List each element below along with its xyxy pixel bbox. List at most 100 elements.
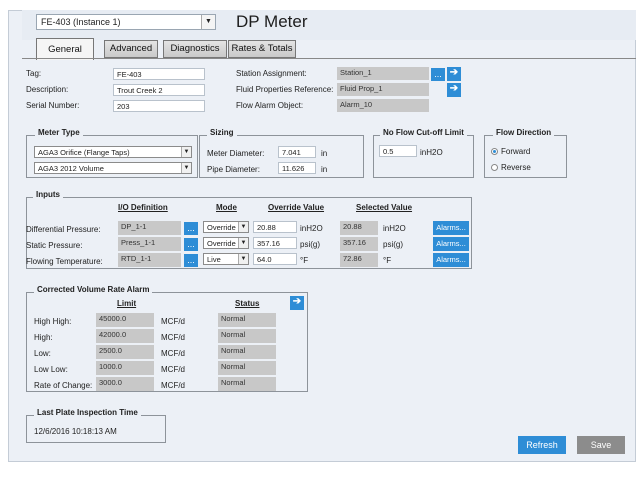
volume-rate-alarm-title: Corrected Volume Rate Alarm	[34, 285, 153, 294]
meter-type-title: Meter Type	[35, 128, 83, 137]
chevron-down-icon[interactable]: ▼	[238, 254, 248, 264]
flow-reverse-label: Reverse	[501, 163, 531, 172]
flowing-temperature-selected: 72.86	[340, 253, 378, 267]
tab-rates-totals[interactable]: Rates & Totals	[228, 40, 296, 58]
alarm-high-label: High:	[34, 333, 53, 342]
differential-pressure-browse-button[interactable]: ...	[184, 222, 198, 235]
flowing-temperature-alarms-button[interactable]: Alarms...	[433, 253, 469, 267]
flow-reverse-radio[interactable]	[491, 164, 498, 171]
arrow-right-icon: ➔	[292, 296, 302, 307]
tab-advanced[interactable]: Advanced	[104, 40, 158, 58]
meter-diameter-label: Meter Diameter:	[207, 149, 265, 158]
alarm-low-unit: MCF/d	[161, 349, 185, 358]
alarm-low-low-status: Normal	[218, 361, 276, 375]
chevron-down-icon[interactable]: ▼	[181, 147, 191, 157]
instance-select-value: FE-403 (Instance 1)	[41, 17, 121, 27]
static-pressure-override-input[interactable]: 357.16	[253, 237, 297, 249]
chevron-down-icon[interactable]: ▼	[181, 163, 191, 173]
tab-divider	[22, 58, 636, 59]
differential-pressure-selected: 20.88	[340, 221, 378, 235]
differential-pressure-mode-select[interactable]: Override ▼	[203, 221, 249, 233]
meter-type-value: AGA3 Orifice (Flange Taps)	[38, 148, 130, 157]
tab-diagnostics[interactable]: Diagnostics	[163, 40, 227, 58]
fluid-properties-label: Fluid Properties Reference:	[236, 85, 334, 94]
alarm-low-low-label: Low Low:	[34, 365, 68, 374]
alarm-rate-of-change-limit: 3000.0	[96, 377, 154, 391]
description-input[interactable]: Trout Creek 2	[113, 84, 205, 96]
meter-standard-select[interactable]: AGA3 2012 Volume ▼	[34, 162, 192, 174]
differential-pressure-alarms-button[interactable]: Alarms...	[433, 221, 469, 235]
alarm-low-low-unit: MCF/d	[161, 365, 185, 374]
arrow-right-icon: ➔	[449, 67, 459, 78]
io-definition-header: I/O Definition	[118, 203, 168, 212]
plate-inspection-value: 12/6/2016 10:18:13 AM	[34, 427, 117, 436]
alarm-low-label: Low:	[34, 349, 51, 358]
meter-standard-value: AGA3 2012 Volume	[38, 164, 104, 173]
alarm-low-status: Normal	[218, 345, 276, 359]
alarm-low-limit: 2500.0	[96, 345, 154, 359]
alarm-high-limit: 42000.0	[96, 329, 154, 343]
meter-diameter-unit: in	[321, 149, 328, 158]
differential-pressure-selected-unit: inH2O	[383, 224, 406, 233]
station-assignment-label: Station Assignment:	[236, 69, 307, 78]
flowing-temperature-mode: Live	[207, 255, 221, 264]
alarm-goto-button[interactable]: ➔	[290, 296, 304, 310]
alarm-high-high-status: Normal	[218, 313, 276, 327]
description-label: Description:	[26, 85, 69, 94]
pipe-diameter-label: Pipe Diameter:	[207, 165, 260, 174]
static-pressure-selected-unit: psi(g)	[383, 240, 404, 249]
tag-label: Tag:	[26, 69, 42, 78]
serial-number-input[interactable]: 203	[113, 100, 205, 112]
refresh-button[interactable]: Refresh	[518, 436, 566, 454]
differential-pressure-override-input[interactable]: 20.88	[253, 221, 297, 233]
chevron-down-icon[interactable]: ▼	[238, 222, 248, 232]
plate-inspection-title: Last Plate Inspection Time	[34, 408, 141, 417]
meter-diameter-input[interactable]: 7.041	[278, 146, 316, 158]
save-button[interactable]: Save	[577, 436, 625, 454]
no-flow-cutoff-unit: inH2O	[420, 148, 443, 157]
static-pressure-browse-button[interactable]: ...	[184, 238, 198, 251]
flowing-temperature-io: RTD_1-1	[118, 253, 181, 267]
station-browse-button[interactable]: ...	[431, 68, 445, 81]
meter-type-select[interactable]: AGA3 Orifice (Flange Taps) ▼	[34, 146, 192, 158]
chevron-down-icon[interactable]: ▼	[238, 238, 248, 248]
flowing-temperature-selected-unit: °F	[383, 256, 392, 265]
station-goto-button[interactable]: ➔	[447, 67, 461, 81]
no-flow-cutoff-title: No Flow Cut-off Limit	[380, 128, 467, 137]
static-pressure-override-unit: psi(g)	[300, 240, 321, 249]
flowing-temperature-label: Flowing Temperature:	[26, 257, 103, 266]
differential-pressure-mode: Override	[207, 223, 236, 232]
selected-value-header: Selected Value	[356, 203, 413, 212]
no-flow-cutoff-input[interactable]: 0.5	[379, 145, 417, 157]
static-pressure-alarms-button[interactable]: Alarms...	[433, 237, 469, 251]
static-pressure-selected: 357.16	[340, 237, 378, 251]
serial-number-label: Serial Number:	[26, 101, 80, 110]
mode-header: Mode	[216, 203, 237, 212]
tab-general[interactable]: General	[36, 38, 94, 60]
flow-forward-label: Forward	[501, 147, 531, 156]
static-pressure-mode-select[interactable]: Override ▼	[203, 237, 249, 249]
alarm-high-high-label: High High:	[34, 317, 72, 326]
static-pressure-io: Press_1-1	[118, 237, 181, 251]
alarm-high-high-unit: MCF/d	[161, 317, 185, 326]
flow-forward-radio[interactable]	[491, 148, 498, 155]
pipe-diameter-input[interactable]: 11.626	[278, 162, 316, 174]
flow-direction-title: Flow Direction	[493, 128, 555, 137]
pipe-diameter-unit: in	[321, 165, 328, 174]
static-pressure-mode: Override	[207, 239, 236, 248]
flowing-temperature-override-input[interactable]: 64.0	[253, 253, 297, 265]
flowing-temperature-browse-button[interactable]: ...	[184, 254, 198, 267]
tag-input[interactable]: FE-403	[113, 68, 205, 80]
arrow-right-icon: ➔	[449, 83, 459, 94]
alarm-rate-of-change-label: Rate of Change:	[34, 381, 93, 390]
differential-pressure-label: Differential Pressure:	[26, 225, 101, 234]
flowing-temperature-override-unit: °F	[300, 256, 309, 265]
status-header: Status	[235, 299, 260, 308]
chevron-down-icon[interactable]: ▼	[201, 15, 215, 29]
instance-select[interactable]: FE-403 (Instance 1) ▼	[36, 14, 216, 30]
flow-alarm-object-value: Alarm_10	[337, 99, 429, 112]
flowing-temperature-mode-select[interactable]: Live ▼	[203, 253, 249, 265]
flow-alarm-object-label: Flow Alarm Object:	[236, 101, 304, 110]
fluid-goto-button[interactable]: ➔	[447, 83, 461, 97]
station-assignment-value: Station_1	[337, 67, 429, 80]
